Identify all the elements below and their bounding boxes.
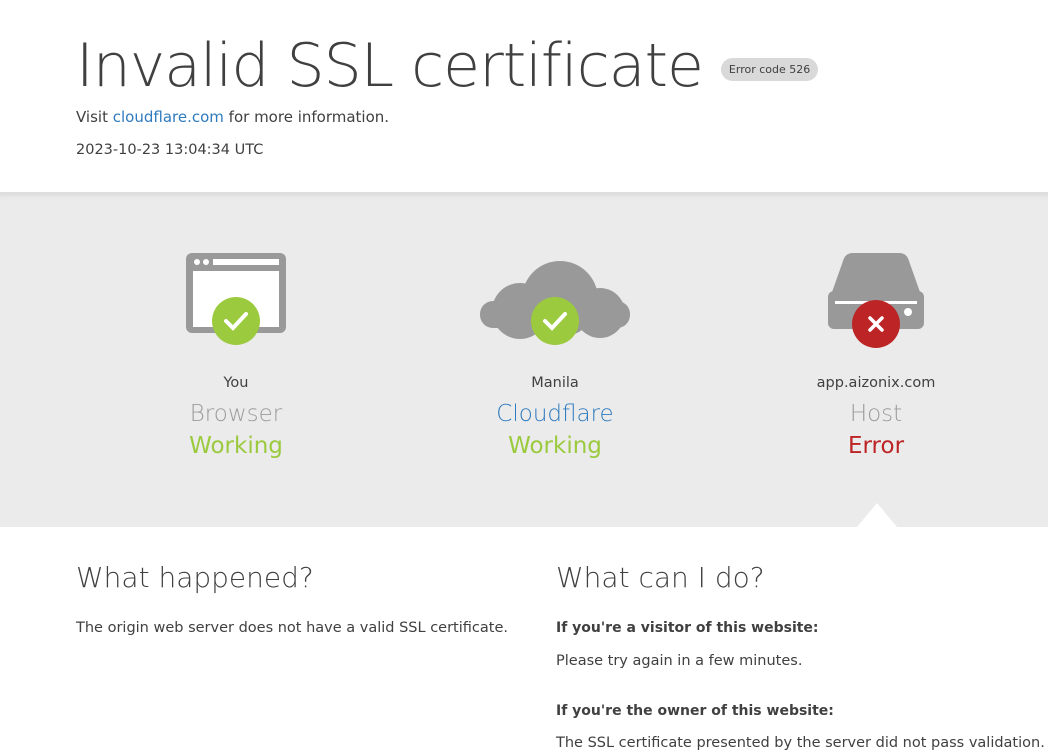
status-cloudflare: Manila Cloudflare Working <box>405 193 705 459</box>
visitor-heading: If you're a visitor of this website: <box>556 620 819 636</box>
details-section: What happened? The origin web server doe… <box>0 527 1048 752</box>
cloudflare-location: Manila <box>531 375 579 391</box>
owner-heading: If you're the owner of this website: <box>556 703 834 719</box>
browser-icon-box <box>86 193 386 363</box>
status-panel: You Browser Working Manila Cloudflare Wo… <box>0 192 1048 527</box>
error-pointer-arrow <box>857 503 897 527</box>
cloudflare-icon-box <box>405 193 705 363</box>
browser-icon <box>186 253 286 345</box>
browser-kind: Browser <box>189 401 283 427</box>
host-state: Error <box>847 433 905 459</box>
cloudflare-link[interactable]: cloudflare.com <box>113 108 224 126</box>
browser-state: Working <box>189 433 283 459</box>
server-icon <box>828 253 924 348</box>
cloud-icon <box>480 261 630 345</box>
visit-prefix: Visit <box>76 108 108 126</box>
what-can-i-do-heading: What can I do? <box>556 561 765 594</box>
status-browser: You Browser Working <box>86 193 386 459</box>
timestamp: 2023-10-23 13:04:34 UTC <box>76 142 264 158</box>
what-happened-text: The origin web server does not have a va… <box>76 620 508 636</box>
what-happened-heading: What happened? <box>76 561 314 594</box>
title-row: Invalid SSL certificate Error code 526 <box>76 26 819 106</box>
host-icon-box <box>726 193 1026 363</box>
error-code-badge: Error code 526 <box>720 57 819 81</box>
error-header: Invalid SSL certificate Error code 526 V… <box>0 0 1048 192</box>
page-title: Invalid SSL certificate <box>76 31 704 101</box>
visit-line: Visit cloudflare.com for more informatio… <box>76 108 389 126</box>
owner-text: The SSL certificate presented by the ser… <box>556 735 1045 751</box>
browser-location: You <box>223 375 249 391</box>
visitor-text: Please try again in a few minutes. <box>556 653 803 669</box>
status-host: app.aizonix.com Host Error <box>726 193 1026 459</box>
host-location: app.aizonix.com <box>816 375 936 391</box>
visit-suffix: for more information. <box>228 108 390 126</box>
cloudflare-kind: Cloudflare <box>496 401 614 427</box>
cloudflare-state: Working <box>508 433 602 459</box>
host-kind: Host <box>849 401 903 427</box>
